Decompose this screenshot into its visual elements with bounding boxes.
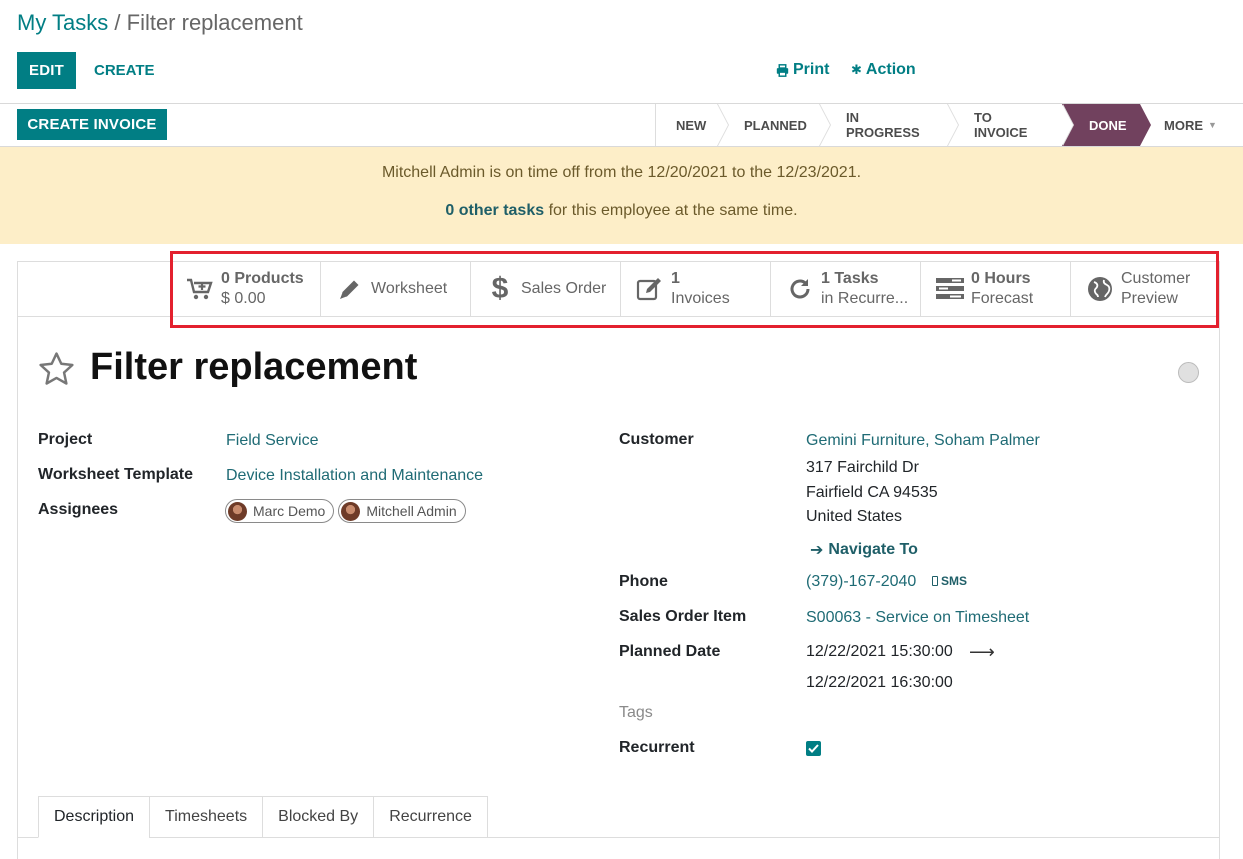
recurrent-label: Recurrent (619, 739, 695, 756)
mobile-icon (932, 576, 938, 586)
print-icon (776, 63, 789, 77)
edit-button[interactable]: EDIT (17, 52, 76, 89)
breadcrumb: My Tasks / Filter replacement (17, 10, 303, 36)
sales-order-item-value[interactable]: S00063 - Service on Timesheet (806, 609, 1029, 627)
breadcrumb-separator: / (108, 10, 127, 35)
breadcrumb-current: Filter replacement (126, 10, 303, 35)
worksheet-template-value[interactable]: Device Installation and Maintenance (226, 467, 483, 485)
project-label: Project (38, 431, 93, 448)
project-value[interactable]: Field Service (226, 432, 318, 450)
stage-more-dropdown[interactable]: MORE ▼ (1140, 104, 1228, 146)
create-button[interactable]: CREATE (94, 52, 155, 89)
phone-label: Phone (619, 573, 668, 590)
kanban-state-indicator[interactable] (1178, 362, 1199, 383)
sms-button[interactable]: SMS (932, 574, 967, 588)
navigate-to-button[interactable]: ➔ Navigate To (810, 540, 918, 560)
tab-description[interactable]: Description (38, 796, 150, 838)
priority-star-icon[interactable] (38, 351, 75, 392)
stage-planned[interactable]: PLANNED (717, 104, 831, 146)
alert-message: Mitchell Admin is on time off from the 1… (381, 164, 862, 181)
planned-date-label: Planned Date (619, 643, 721, 660)
print-button[interactable]: Print (776, 60, 829, 80)
sales-order-item-label: Sales Order Item (619, 608, 747, 625)
assignees-tags: Marc Demo Mitchell Admin (225, 499, 466, 523)
customer-name[interactable]: Gemini Furniture, Soham Palmer (806, 432, 1040, 450)
stage-new[interactable]: NEW (655, 104, 729, 146)
worksheet-template-label: Worksheet Template (38, 466, 194, 483)
action-button[interactable]: ✱ Action (851, 60, 916, 80)
planned-date-start[interactable]: 12/22/2021 15:30:00 (806, 643, 953, 661)
tab-blocked-by[interactable]: Blocked By (262, 796, 374, 838)
assignee-tag[interactable]: Marc Demo (225, 499, 335, 523)
action-label: Action (865, 61, 916, 78)
long-arrow-right-icon: ⟶ (969, 642, 995, 662)
caret-down-icon: ▼ (1208, 120, 1217, 130)
stage-in-progress[interactable]: IN PROGRESS (819, 104, 959, 146)
phone-value[interactable]: (379)-167-2040 (806, 573, 916, 591)
tab-timesheets[interactable]: Timesheets (149, 796, 263, 838)
planned-date-end[interactable]: 12/22/2021 16:30:00 (806, 674, 953, 692)
assignees-label: Assignees (38, 501, 119, 518)
smart-buttons-highlight-box (170, 251, 1219, 328)
customer-label: Customer (619, 431, 694, 448)
time-off-alert: Mitchell Admin is on time off from the 1… (0, 147, 1243, 244)
notebook-tabs: Description Timesheets Blocked By Recurr… (38, 796, 488, 838)
arrow-right-icon: ➔ (810, 542, 824, 559)
print-label: Print (793, 61, 830, 78)
create-invoice-button[interactable]: CREATE INVOICE (17, 109, 167, 140)
other-tasks-link[interactable]: 0 other tasks (445, 202, 544, 219)
avatar (228, 501, 247, 521)
stage-to-invoice[interactable]: TO INVOICE (947, 104, 1074, 146)
breadcrumb-my-tasks[interactable]: My Tasks (17, 10, 108, 35)
assignee-tag[interactable]: Mitchell Admin (338, 499, 466, 523)
address-city: Fairfield CA 94535 (806, 484, 938, 501)
alert-second-line: 0 other tasks for this employee at the s… (0, 202, 1243, 220)
stage-statusbar: NEW PLANNED IN PROGRESS TO INVOICE DONE … (655, 104, 1228, 146)
alert-second-line-text: for this employee at the same time. (544, 202, 798, 219)
recurrent-checkbox[interactable] (806, 741, 821, 756)
check-icon (808, 744, 819, 753)
tags-label: Tags (619, 704, 653, 721)
address-country: United States (806, 508, 903, 525)
task-title[interactable]: Filter replacement (90, 346, 417, 389)
address-street: 317 Fairchild Dr (806, 459, 919, 476)
tab-recurrence[interactable]: Recurrence (373, 796, 488, 838)
gear-icon: ✱ (851, 62, 862, 77)
avatar (341, 501, 361, 521)
